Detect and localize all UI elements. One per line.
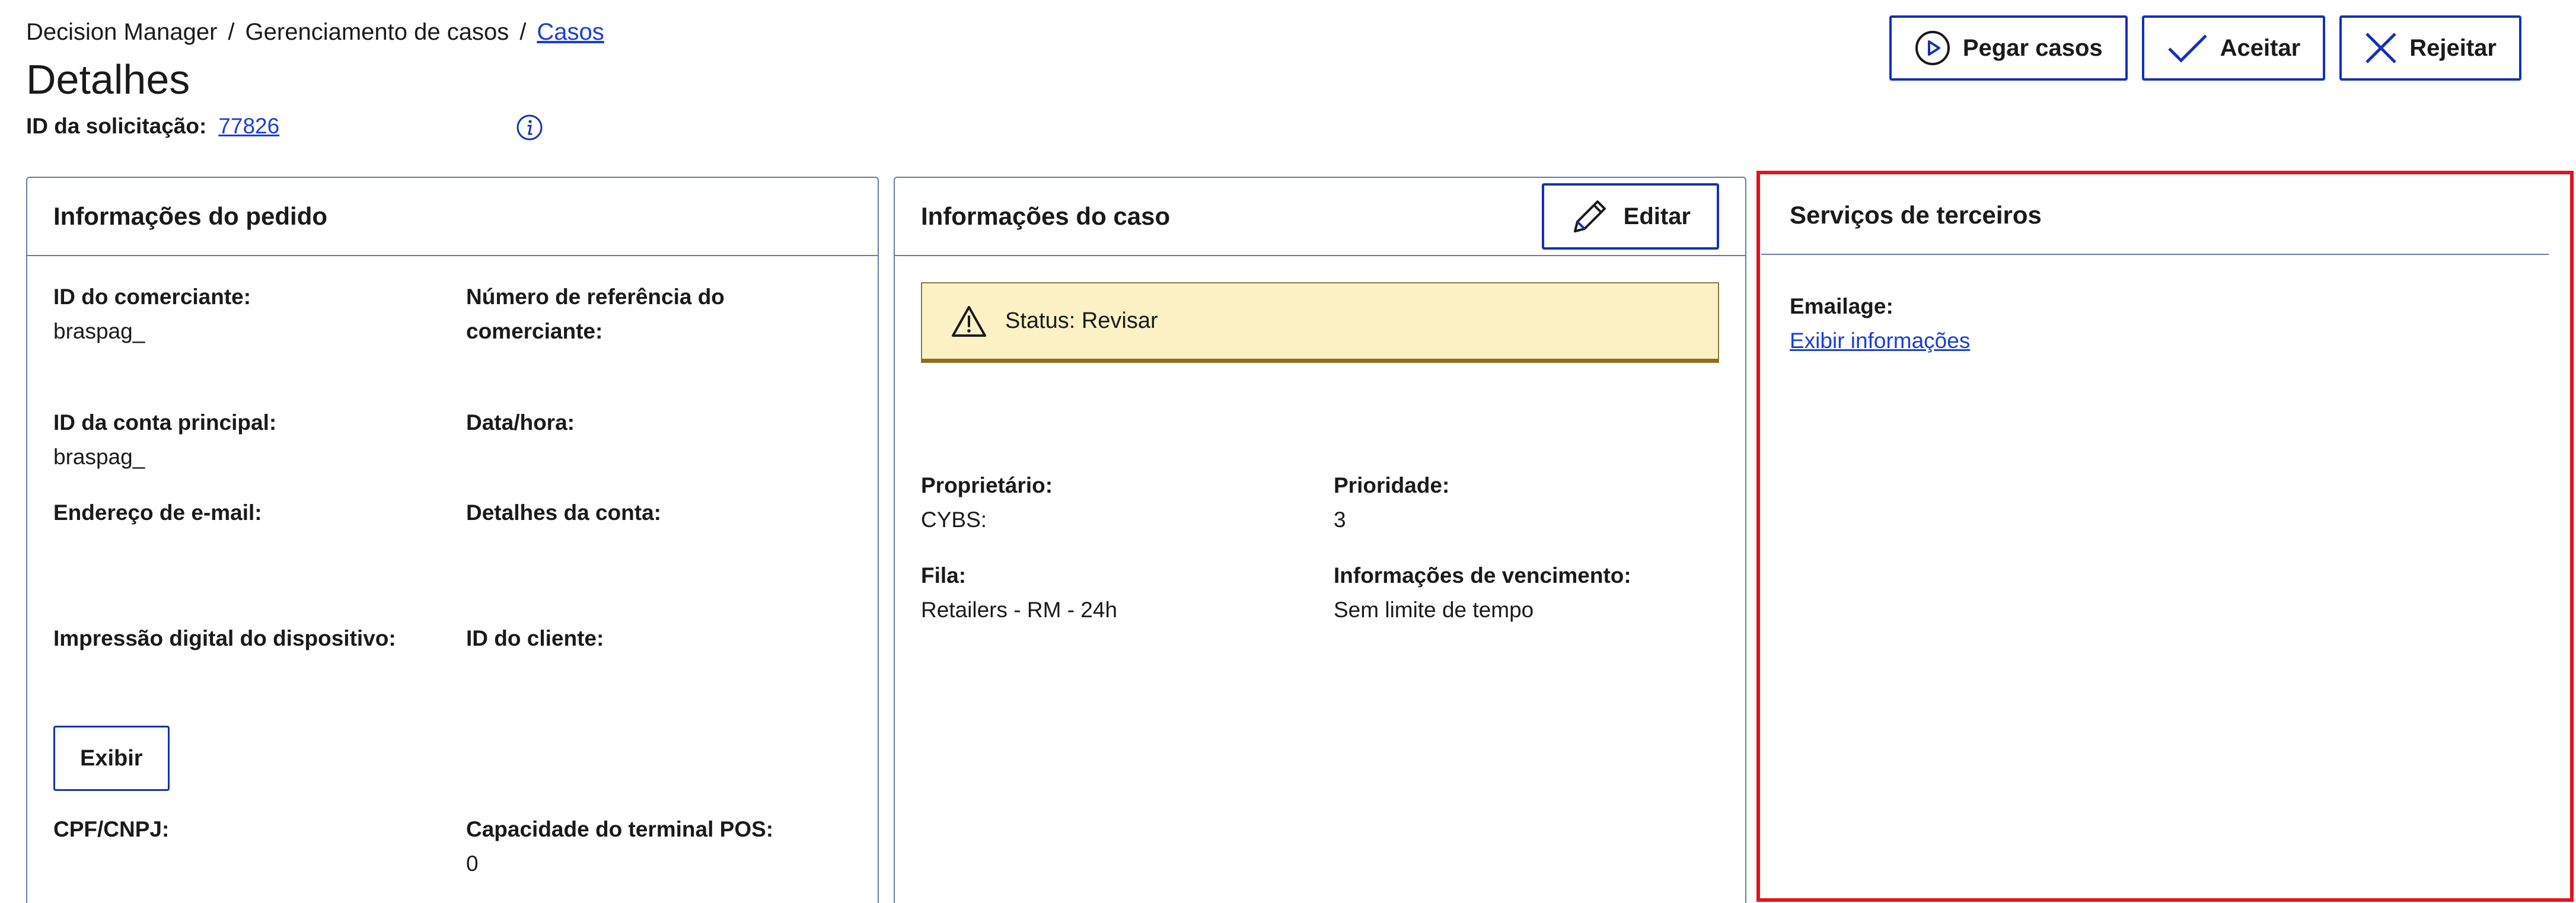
request-id-label: ID da solicitação: [26, 114, 207, 138]
edit-button[interactable]: Editar [1541, 183, 1719, 250]
breadcrumb-separator: / [519, 19, 527, 45]
datetime-label: Data/hora: [466, 410, 575, 435]
show-device-button[interactable]: Exibir [53, 726, 170, 791]
checkmark-icon [2167, 34, 2207, 63]
pencil-icon [1573, 200, 1606, 232]
cpf-label: CPF/CNPJ: [53, 817, 170, 841]
breadcrumb-separator: / [228, 19, 235, 45]
edit-label: Editar [1623, 203, 1691, 229]
request-id: ID da solicitação: 77826 [26, 114, 279, 139]
due-info-field: Informações de vencimento: Sem limite de… [1334, 559, 1631, 627]
emailage-show-info-link[interactable]: Exibir informações [1790, 328, 1970, 353]
take-cases-label: Pegar casos [1962, 34, 2103, 61]
accept-button[interactable]: Aceitar [2141, 15, 2326, 81]
emailage-section: Emailage: Exibir informações [1790, 289, 1970, 358]
breadcrumb-case-management[interactable]: Gerenciamento de casos [246, 19, 509, 45]
owner-field: Proprietário: CYBS: [921, 468, 1053, 537]
customer-id-label: ID do cliente: [466, 626, 604, 650]
device-fingerprint-field: Impressão digital do dispositivo: [53, 621, 396, 656]
order-info-panel: Informações do pedido ID do comerciante:… [26, 177, 879, 903]
order-info-header: Informações do pedido [27, 178, 878, 256]
due-info-label: Informações de vencimento: [1334, 563, 1631, 588]
owner-value: CYBS: [921, 508, 987, 532]
reject-button[interactable]: Rejeitar [2339, 15, 2521, 81]
cpf-field: CPF/CNPJ: [53, 812, 169, 847]
priority-field: Prioridade: 3 [1334, 468, 1449, 537]
datetime-field: Data/hora: [466, 406, 575, 440]
priority-value: 3 [1334, 508, 1346, 532]
case-info-title: Informações do caso [921, 202, 1171, 230]
email-field: Endereço de e-mail: [53, 496, 262, 530]
pos-capability-field: Capacidade do terminal POS: 0 [466, 812, 773, 881]
pos-capability-label: Capacidade do terminal POS: [466, 817, 774, 841]
request-id-link[interactable]: 77826 [218, 114, 279, 138]
queue-field: Fila: Retailers - RM - 24h [921, 559, 1117, 627]
merchant-ref-field: Número de referência do comerciante: [466, 280, 798, 349]
account-details-label: Detalhes da conta: [466, 500, 661, 525]
merchant-ref-label: Número de referência do comerciante: [466, 285, 725, 343]
page-title: Detalhes [26, 56, 190, 103]
emailage-label: Emailage: [1790, 294, 1893, 318]
accept-label: Aceitar [2220, 34, 2301, 61]
priority-label: Prioridade: [1334, 473, 1450, 497]
case-info-panel: Informações do caso Editar Status: Revis… [894, 177, 1746, 903]
pos-capability-value: 0 [466, 851, 479, 876]
breadcrumb-decision-manager[interactable]: Decision Manager [26, 19, 217, 45]
play-circle-icon [1915, 31, 1950, 65]
customer-id-field: ID do cliente: [466, 621, 604, 656]
queue-label: Fila: [921, 563, 967, 588]
third-party-header: Serviços de terceiros [1761, 177, 2549, 255]
account-details-field: Detalhes da conta: [466, 496, 661, 530]
merchant-id-field: ID do comerciante: braspag_ [53, 280, 251, 349]
queue-value: Retailers - RM - 24h [921, 598, 1118, 622]
status-banner: Status: Revisar [921, 282, 1719, 363]
owner-label: Proprietário: [921, 473, 1053, 497]
merchant-id-label: ID do comerciante: [53, 285, 251, 309]
warning-icon [952, 305, 986, 337]
breadcrumb-cases-link[interactable]: Casos [537, 19, 604, 45]
breadcrumb: Decision Manager / Gerenciamento de casos /… [26, 19, 604, 46]
email-label: Endereço de e-mail: [53, 500, 262, 525]
third-party-panel: Serviços de terceiros Emailage: Exibir i… [1761, 177, 2576, 903]
main-account-label: ID da conta principal: [53, 410, 277, 435]
case-info-header: Informações do caso Editar [895, 178, 1745, 256]
due-info-value: Sem limite de tempo [1334, 598, 1534, 622]
take-cases-button[interactable]: Pegar casos [1889, 15, 2128, 81]
third-party-title: Serviços de terceiros [1790, 201, 2042, 229]
status-text: Status: Revisar [1005, 308, 1158, 333]
info-icon[interactable] [516, 114, 543, 141]
main-account-field: ID da conta principal: braspag_ [53, 406, 276, 474]
top-actions: Pegar casos Aceitar Rejeitar [1889, 15, 2521, 81]
device-fingerprint-label: Impressão digital do dispositivo: [53, 626, 396, 650]
close-icon [2365, 33, 2397, 63]
order-info-title: Informações do pedido [53, 202, 328, 230]
reject-label: Rejeitar [2409, 34, 2497, 61]
merchant-id-value: braspag_ [53, 319, 145, 343]
main-account-value: braspag_ [53, 445, 145, 469]
